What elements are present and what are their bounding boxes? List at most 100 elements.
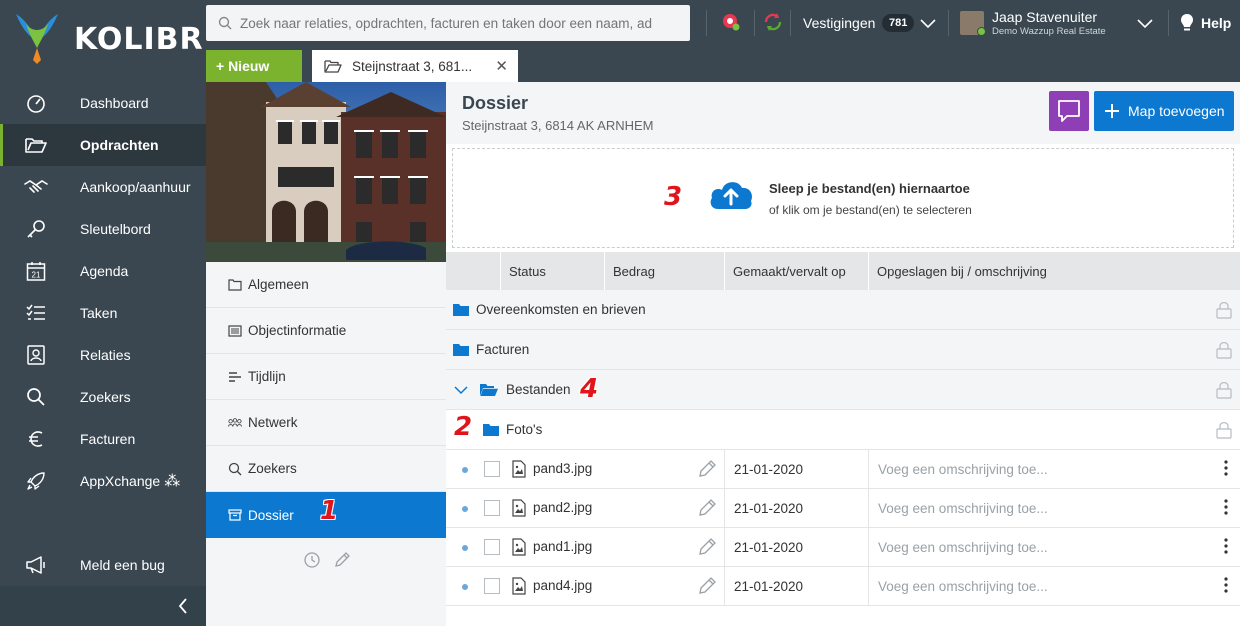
divider: [790, 10, 791, 36]
folder-open-icon: [324, 60, 342, 73]
more-vertical-icon[interactable]: [1224, 460, 1228, 476]
online-status-icon: [977, 27, 986, 36]
file-row[interactable]: pand1.jpg 21-01-2020 Voeg een omschrijvi…: [446, 528, 1240, 567]
file-description[interactable]: Voeg een omschrijving toe...: [868, 528, 1048, 566]
folder-icon: [453, 344, 469, 356]
sidebar: KOLIBRI Dashboard Opdrachten Aankoop/aan…: [0, 0, 215, 626]
nav-item-bug[interactable]: Meld een bug: [0, 544, 206, 586]
calendar-icon: 21: [24, 261, 48, 281]
folder-name: Facturen: [476, 342, 530, 357]
chat-button[interactable]: [1049, 91, 1089, 131]
file-description[interactable]: Voeg een omschrijving toe...: [868, 489, 1048, 527]
calendar-day: 21: [32, 271, 41, 280]
nav-item-appxchange[interactable]: AppXchange ⁂: [0, 460, 206, 502]
nav-item-sleutelbord[interactable]: Sleutelbord: [0, 208, 206, 250]
vestigingen-label[interactable]: Vestigingen: [803, 15, 875, 31]
folder-open-icon: [480, 384, 498, 396]
history-icon[interactable]: [304, 552, 320, 568]
subnav-item-algemeen[interactable]: Algemeen: [206, 262, 446, 308]
pencil-icon[interactable]: [698, 577, 716, 595]
chevron-down-icon[interactable]: [1137, 17, 1153, 29]
notification-gift-icon[interactable]: [720, 11, 742, 33]
file-name[interactable]: pand4.jpg: [533, 578, 592, 593]
help-link[interactable]: Help: [1201, 15, 1231, 31]
folder-name: Foto's: [506, 422, 543, 437]
collapse-sidebar-button[interactable]: [0, 586, 206, 626]
tab-steijnstraat[interactable]: Steijnstraat 3, 681... ✕: [312, 50, 518, 82]
folder-row-fotos[interactable]: Foto's: [446, 410, 1240, 450]
nav-label: Sleutelbord: [80, 221, 151, 237]
file-checkbox[interactable]: [484, 539, 500, 555]
folder-row-facturen[interactable]: Facturen: [446, 330, 1240, 370]
subnav-item-netwerk[interactable]: Netwerk: [206, 400, 446, 446]
handshake-icon: [24, 179, 48, 195]
nav-label: Opdrachten: [80, 137, 159, 153]
global-search[interactable]: [206, 5, 690, 41]
nav-item-facturen[interactable]: Facturen: [0, 418, 206, 460]
more-vertical-icon[interactable]: [1224, 577, 1228, 593]
nav-label: Dashboard: [80, 95, 149, 111]
more-vertical-icon[interactable]: [1224, 499, 1228, 515]
main-nav: Dashboard Opdrachten Aankoop/aanhuur Sle…: [0, 82, 206, 502]
nav-label: Agenda: [80, 263, 129, 279]
file-row[interactable]: pand4.jpg 21-01-2020 Voeg een omschrijvi…: [446, 567, 1240, 606]
lightbulb-icon[interactable]: [1180, 13, 1194, 33]
nav-label: Taken: [80, 305, 118, 321]
pencil-icon[interactable]: [698, 460, 716, 478]
megaphone-icon: [24, 556, 48, 574]
add-folder-button[interactable]: Map toevoegen: [1094, 91, 1234, 131]
divider: [1168, 10, 1169, 36]
folder-row-bestanden[interactable]: Bestanden: [446, 370, 1240, 410]
subnav-tools: [304, 552, 350, 568]
rocket-icon: [24, 471, 48, 491]
pencil-icon[interactable]: [698, 538, 716, 556]
nav-item-opdrachten[interactable]: Opdrachten: [0, 124, 206, 166]
file-name[interactable]: pand3.jpg: [533, 461, 592, 476]
file-checkbox[interactable]: [484, 500, 500, 516]
divider: [754, 10, 755, 36]
search-input[interactable]: [240, 15, 680, 31]
new-button[interactable]: + Nieuw: [206, 50, 302, 82]
nav-item-agenda[interactable]: 21 Agenda: [0, 250, 206, 292]
sync-icon[interactable]: [762, 11, 784, 33]
chevron-down-icon[interactable]: [920, 17, 936, 29]
nav-item-aankoop[interactable]: Aankoop/aanhuur: [0, 166, 206, 208]
chevron-down-icon[interactable]: [454, 385, 468, 395]
subnav-item-objectinformatie[interactable]: Objectinformatie: [206, 308, 446, 354]
nav-item-taken[interactable]: Taken: [0, 292, 206, 334]
folder-icon: [483, 424, 499, 436]
nav-item-dashboard[interactable]: Dashboard: [0, 82, 206, 124]
file-checkbox[interactable]: [484, 461, 500, 477]
pencil-icon[interactable]: [334, 552, 350, 568]
file-description[interactable]: Voeg een omschrijving toe...: [868, 450, 1048, 488]
file-description[interactable]: Voeg een omschrijving toe...: [868, 567, 1048, 605]
subnav-item-zoekers[interactable]: Zoekers: [206, 446, 446, 492]
file-checkbox[interactable]: [484, 578, 500, 594]
nav-item-zoekers[interactable]: Zoekers: [0, 376, 206, 418]
nav-label: Aankoop/aanhuur: [80, 179, 191, 195]
file-dropzone[interactable]: Sleep je bestand(en) hiernaartoe of klik…: [452, 148, 1234, 248]
nav-label: Facturen: [80, 431, 136, 447]
logo[interactable]: KOLIBRI: [0, 0, 215, 82]
nav-item-relaties[interactable]: Relaties: [0, 334, 206, 376]
column-header-description[interactable]: Opgeslagen bij / omschrijving: [868, 252, 1240, 290]
column-header-status[interactable]: Status: [500, 252, 604, 290]
topbar: Vestigingen 781 Jaap Stavenuiter Demo Wa…: [206, 0, 1240, 46]
subnav-label: Objectinformatie: [248, 323, 347, 338]
file-name[interactable]: pand2.jpg: [533, 500, 592, 515]
folder-row-overeenkomsten[interactable]: Overeenkomsten en brieven: [446, 290, 1240, 330]
file-date: 21-01-2020: [724, 567, 803, 605]
subnav-item-tijdlijn[interactable]: Tijdlijn: [206, 354, 446, 400]
column-header-bedrag[interactable]: Bedrag: [604, 252, 724, 290]
file-name[interactable]: pand1.jpg: [533, 539, 592, 554]
pencil-icon[interactable]: [698, 499, 716, 517]
column-header-date[interactable]: Gemaakt/vervalt op: [724, 252, 868, 290]
user-name[interactable]: Jaap Stavenuiter: [992, 9, 1097, 25]
page-title: Dossier: [462, 93, 529, 113]
file-row[interactable]: pand3.jpg 21-01-2020 Voeg een omschrijvi…: [446, 450, 1240, 489]
file-date: 21-01-2020: [724, 528, 803, 566]
more-vertical-icon[interactable]: [1224, 538, 1228, 554]
nav-label: Meld een bug: [80, 557, 165, 573]
file-row[interactable]: pand2.jpg 21-01-2020 Voeg een omschrijvi…: [446, 489, 1240, 528]
close-icon[interactable]: ✕: [495, 57, 508, 75]
